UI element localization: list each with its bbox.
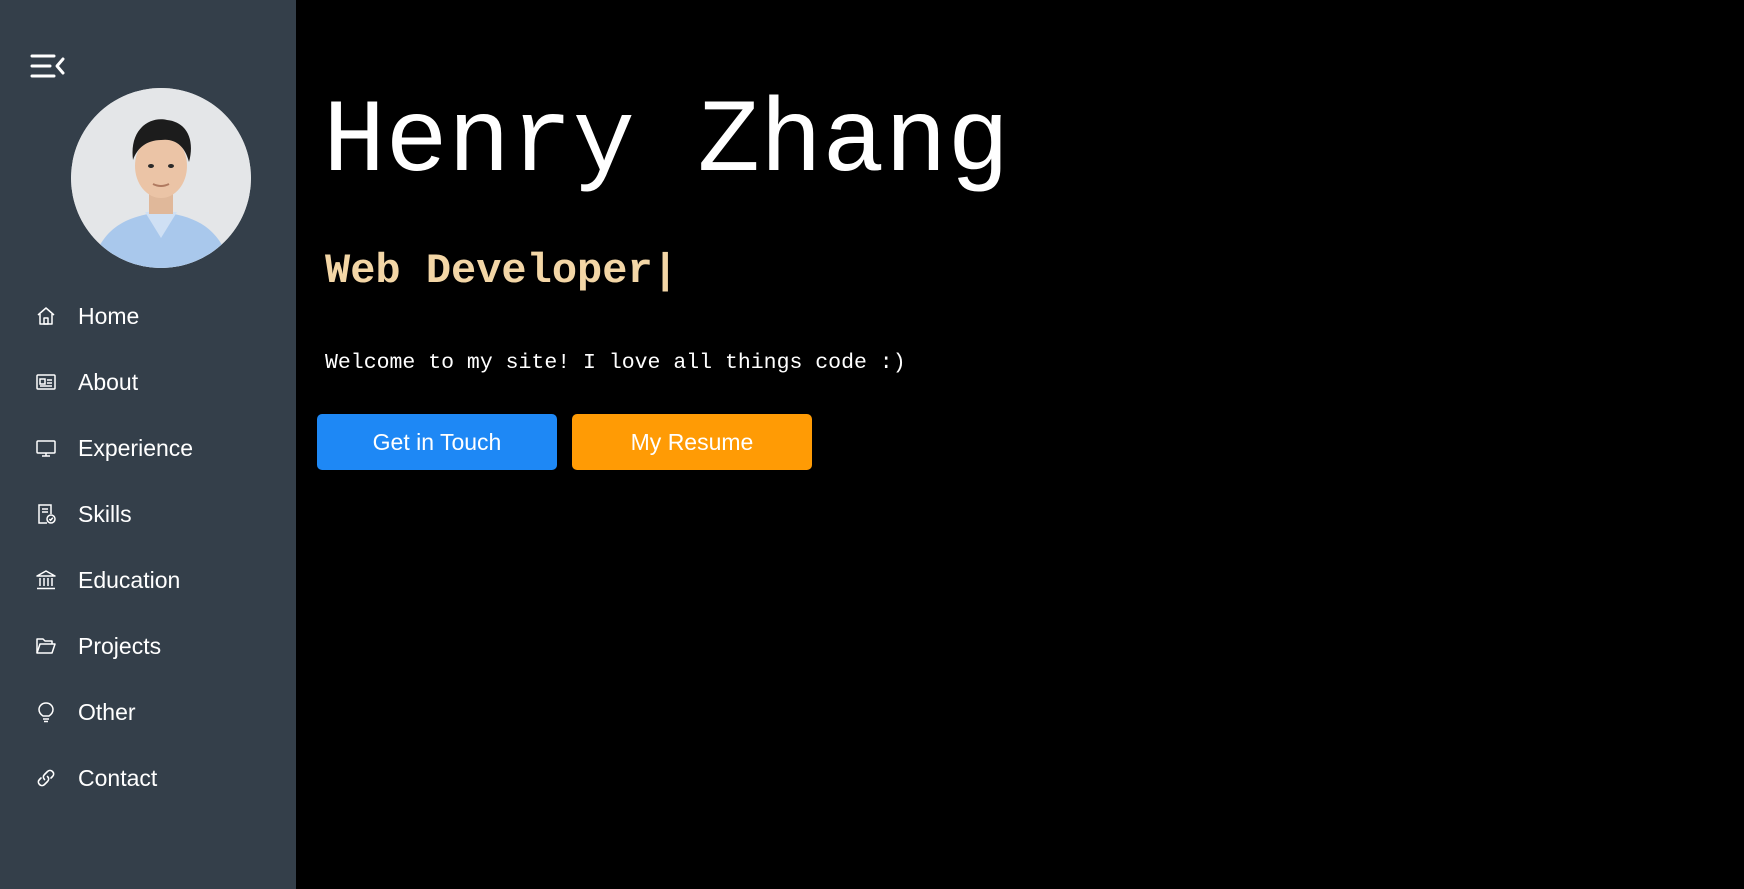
id-card-icon <box>34 370 58 394</box>
sidebar-item-about[interactable]: About <box>0 349 296 415</box>
sidebar-item-contact[interactable]: Contact <box>0 745 296 811</box>
sidebar-item-label: Contact <box>78 764 158 791</box>
sidebar: Home About Experience Skills Education P… <box>0 0 296 889</box>
sidebar-item-label: Skills <box>78 500 132 527</box>
get-in-touch-button[interactable]: Get in Touch <box>317 414 557 470</box>
typing-cursor: | <box>652 247 678 295</box>
lightbulb-icon <box>34 700 58 724</box>
menu-collapse-icon[interactable] <box>30 52 66 80</box>
folder-open-icon <box>34 634 58 658</box>
hero-name: Henry Zhang <box>323 84 1010 202</box>
role-text: Web Developer <box>325 247 653 295</box>
sidebar-item-experience[interactable]: Experience <box>0 415 296 481</box>
sidebar-item-home[interactable]: Home <box>0 283 296 349</box>
certificate-icon <box>34 502 58 526</box>
sidebar-nav: Home About Experience Skills Education P… <box>0 283 296 811</box>
sidebar-item-label: Projects <box>78 632 162 659</box>
sidebar-item-skills[interactable]: Skills <box>0 481 296 547</box>
avatar <box>71 88 251 268</box>
bank-icon <box>34 568 58 592</box>
sidebar-item-label: Experience <box>78 434 194 461</box>
sidebar-item-other[interactable]: Other <box>0 679 296 745</box>
hero-role: Web Developer| <box>325 246 678 296</box>
welcome-text: Welcome to my site! I love all things co… <box>325 351 906 375</box>
link-icon <box>34 766 58 790</box>
main-content: Henry Zhang Web Developer| Welcome to my… <box>296 0 1744 889</box>
sidebar-item-label: About <box>78 368 139 395</box>
sidebar-item-projects[interactable]: Projects <box>0 613 296 679</box>
my-resume-button[interactable]: My Resume <box>572 414 812 470</box>
home-icon <box>34 304 58 328</box>
sidebar-item-label: Home <box>78 302 140 329</box>
sidebar-item-education[interactable]: Education <box>0 547 296 613</box>
sidebar-item-label: Other <box>78 698 136 725</box>
sidebar-item-label: Education <box>78 566 181 593</box>
monitor-icon <box>34 436 58 460</box>
